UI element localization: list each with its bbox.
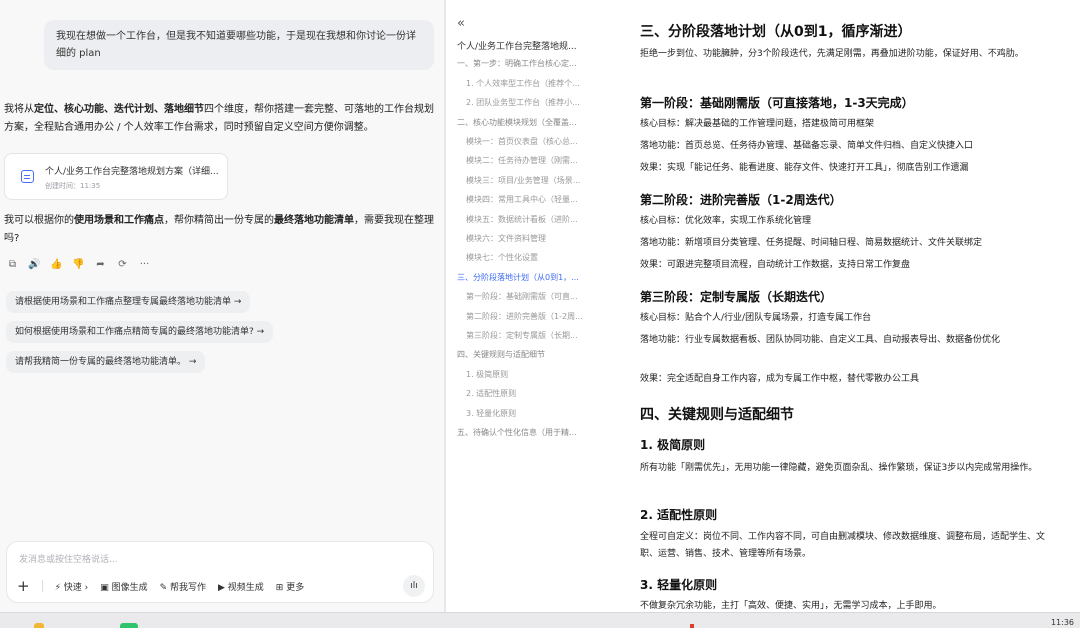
phase-heading: 第三阶段：定制专属版（长期迭代） <box>640 290 833 304</box>
suggestion-chip[interactable]: 请根据使用场景和工作痛点整理专属最终落地功能清单 → <box>6 291 251 313</box>
paragraph: 落地功能：新增项目分类管理、任务提醒、时间轴日程、简易数据统计、文件关联绑定 <box>640 238 983 248</box>
voice-input-button[interactable]: ılı <box>403 575 425 597</box>
composer-toolbar: + ⚡ 快速 › ▣ 图像生成 ✎ 帮我写作 ▶ 视频生成 ⊞ 更多 <box>17 579 304 594</box>
reply-text: 我将从 <box>4 104 34 115</box>
quick-mode-button[interactable]: ⚡ 快速 › <box>55 580 89 593</box>
rule-heading: 2. 适配性原则 <box>640 508 718 522</box>
paragraph: 落地功能：行业专属数据看板、团队协同功能、自定义工具、自动报表导出、数据备份优化 <box>640 335 1001 345</box>
user-message-bubble: 我现在想做一个工作台，但是我不知道要哪些功能，于是现在我想和你讨论一份详细的 p… <box>44 20 434 70</box>
outline-item[interactable]: 模块二：任务待办管理（刚需... <box>466 155 597 166</box>
thumbs-down-icon[interactable]: 👎 <box>72 259 85 270</box>
outline-item[interactable]: 四、关键规则与适配细节 <box>457 349 597 360</box>
phase-heading: 第二阶段：进阶完善版（1-2周迭代） <box>640 193 842 207</box>
thumbs-up-icon[interactable]: 👍 <box>50 259 63 270</box>
assistant-reply-followup: 我可以根据你的使用场景和工作痛点，帮你精简出一份专属的最终落地功能清单，需要我现… <box>4 212 436 248</box>
document-view: 三、分阶段落地计划（从0到1，循序渐进） 拒绝一步到位、功能臃肿，分3个阶段迭代… <box>604 0 1080 612</box>
rule-heading: 1. 极简原则 <box>640 438 706 452</box>
paragraph: 不做复杂冗余功能，主打「高效、便捷、实用」，无需学习成本，上手即用。 <box>640 601 942 611</box>
outline-item[interactable]: 3. 轻量化原则 <box>466 408 597 419</box>
copy-icon[interactable]: ⧉ <box>6 259 19 270</box>
document-card-time: 创建时间：11:35 <box>45 182 101 190</box>
outline-item[interactable]: 第一阶段：基础刚需版（可直... <box>466 291 597 302</box>
paragraph: 效果：可跟进完整项目流程，自动统计工作数据，支持日常工作复盘 <box>640 260 911 270</box>
outline-item[interactable]: 模块一：首页仪表盘（核心总... <box>466 136 597 147</box>
suggestion-chip[interactable]: 请帮我精简一份专属的最终落地功能清单。 → <box>6 351 206 373</box>
message-actions: ⧉ 🔊 👍 👎 ➦ ⟳ ··· <box>6 259 151 270</box>
assistant-reply-intro: 我将从定位、核心功能、迭代计划、落地细节四个维度，帮你搭建一套完整、可落地的工作… <box>4 101 436 137</box>
outline-item[interactable]: 1. 个人效率型工作台（推荐个... <box>466 78 597 89</box>
add-attachment-button[interactable]: + <box>17 579 30 594</box>
outline-item[interactable]: 第三阶段：定制专属版（长期... <box>466 330 597 341</box>
phase-heading: 第一阶段：基础刚需版（可直接落地，1-3天完成） <box>640 96 914 110</box>
toolbar-divider <box>41 580 43 592</box>
message-composer[interactable]: 发消息或按住空格说话... + ⚡ 快速 › ▣ 图像生成 ✎ 帮我写作 ▶ 视… <box>6 541 434 603</box>
writing-assist-button[interactable]: ✎ 帮我写作 <box>160 580 206 593</box>
more-tools-button[interactable]: ⊞ 更多 <box>276 580 304 593</box>
outline-item[interactable]: 五、待确认个性化信息（用于精... <box>457 427 597 438</box>
outline-item[interactable]: 个人/业务工作台完整落地规... <box>457 39 597 52</box>
outline-item[interactable]: 2. 团队业务型工作台（推荐小... <box>466 97 597 108</box>
taskbar-clock: 11:36 <box>1050 618 1074 627</box>
taskbar-app-icon[interactable] <box>690 624 694 628</box>
reply-bold: 定位、核心功能、迭代计划、落地细节 <box>34 104 204 115</box>
collapse-outline-icon[interactable]: « <box>457 16 465 31</box>
outline-item[interactable]: 一、第一步：明确工作台核心定... <box>457 58 597 69</box>
reply-bold: 最终落地功能清单 <box>274 215 354 226</box>
regenerate-icon[interactable]: ⟳ <box>116 259 129 270</box>
reply-text: ，帮你精简出一份专属的 <box>164 215 274 226</box>
paragraph: 全程可自定义：岗位不同、工作内容不同，可自由删减模块、修改数据维度、调整布局，适… <box>640 532 1046 559</box>
section-heading: 四、关键规则与适配细节 <box>640 407 794 423</box>
outline-item[interactable]: 二、核心功能模块规划（全覆盖... <box>457 117 597 128</box>
document-icon <box>21 170 34 183</box>
paragraph: 效果：完全适配自身工作内容，成为专属工作中枢，替代零散办公工具 <box>640 374 920 384</box>
document-card[interactable]: 个人/业务工作台完整落地规划方案（详细... 创建时间：11:35 <box>4 153 228 200</box>
outline-item[interactable]: 模块六：文件资料管理 <box>466 233 597 244</box>
chat-pane: 我现在想做一个工作台，但是我不知道要哪些功能，于是现在我想和你讨论一份详细的 p… <box>0 0 444 612</box>
speaker-icon[interactable]: 🔊 <box>28 259 41 270</box>
document-outline: « 个人/业务工作台完整落地规... 一、第一步：明确工作台核心定... 1. 个人… <box>446 0 604 612</box>
outline-item[interactable]: 1. 极简原则 <box>466 369 597 380</box>
app-window: 我现在想做一个工作台，但是我不知道要哪些功能，于是现在我想和你讨论一份详细的 p… <box>0 0 1080 628</box>
paragraph: 效果：实现「能记任务、能看进度、能存文件、快速打开工具」，彻底告别工作遗漏 <box>640 163 969 173</box>
share-icon[interactable]: ➦ <box>94 259 107 270</box>
reply-text: 我可以根据你的 <box>4 215 74 226</box>
composer-placeholder[interactable]: 发消息或按住空格说话... <box>19 552 118 565</box>
outline-item[interactable]: 模块四：常用工具中心（轻量... <box>466 194 597 205</box>
paragraph: 核心目标：解决最基础的工作管理问题，搭建极简可用框架 <box>640 119 875 129</box>
taskbar-app-icon[interactable] <box>120 623 138 628</box>
outline-item[interactable]: 三、分阶段落地计划（从0到1，... <box>457 272 597 283</box>
taskbar-app-icon[interactable] <box>34 623 44 628</box>
paragraph: 核心目标：优化效率，实现工作系统化管理 <box>640 216 812 226</box>
paragraph: 所有功能「刚需优先」，无用功能一律隐藏，避免页面杂乱、操作繁琐，保证3步以内完成… <box>640 463 1038 473</box>
paragraph: 拒绝一步到位、功能臃肿，分3个阶段迭代，先满足刚需，再叠加进阶功能，保证好用、不… <box>640 49 1024 59</box>
taskbar: 11:36 <box>0 612 1080 628</box>
video-generation-button[interactable]: ▶ 视频生成 <box>218 580 264 593</box>
reply-bold: 使用场景和工作痛点 <box>74 215 164 226</box>
suggestion-chip[interactable]: 如何根据使用场景和工作痛点精简专属的最终落地功能清单? → <box>6 321 274 343</box>
outline-item[interactable]: 模块三：项目/业务管理（场景... <box>466 175 597 186</box>
image-generation-button[interactable]: ▣ 图像生成 <box>100 580 147 593</box>
more-icon[interactable]: ··· <box>138 259 151 270</box>
paragraph: 落地功能：首页总览、任务待办管理、基础备忘录、简单文件归档、自定义快捷入口 <box>640 141 974 151</box>
outline-item[interactable]: 模块五：数据统计看板（进阶... <box>466 214 597 225</box>
outline-item[interactable]: 模块七：个性化设置 <box>466 252 597 263</box>
paragraph: 核心目标：贴合个人/行业/团队专属场景，打造专属工作台 <box>640 313 872 323</box>
outline-item[interactable]: 第二阶段：进阶完善版（1-2周... <box>466 311 597 322</box>
rule-heading: 3. 轻量化原则 <box>640 578 718 592</box>
document-card-title: 个人/业务工作台完整落地规划方案（详细... <box>45 167 219 177</box>
section-heading: 三、分阶段落地计划（从0到1，循序渐进） <box>640 24 912 40</box>
outline-item[interactable]: 2. 适配性原则 <box>466 388 597 399</box>
